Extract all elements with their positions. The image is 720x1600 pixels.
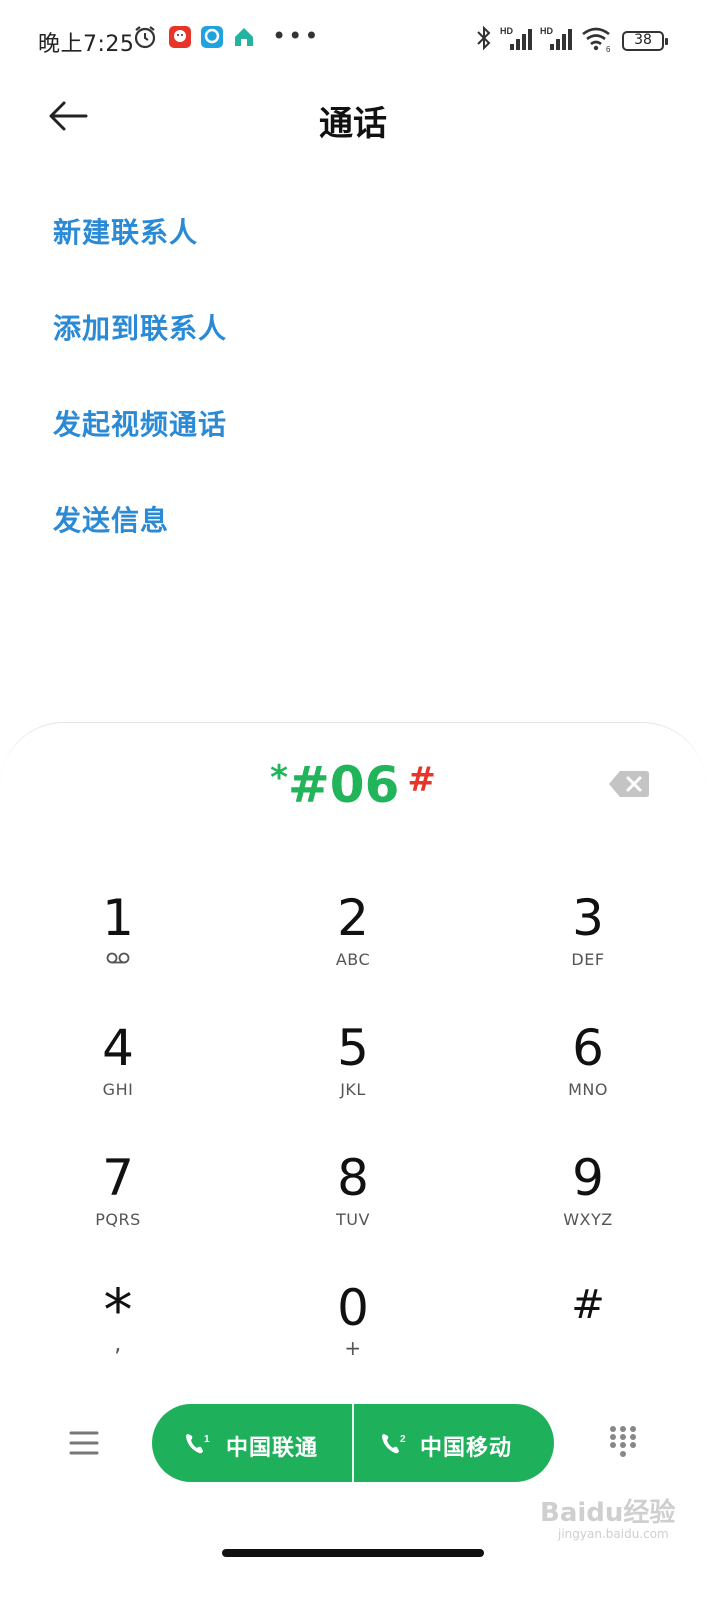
key-letters: JKL	[340, 1080, 366, 1099]
key-letters: WXYZ	[563, 1210, 613, 1229]
call-sim1-button[interactable]: 1 中国联通	[152, 1404, 352, 1482]
phone-sim1-icon: 1	[186, 1434, 210, 1454]
dialed-number-suffix: #	[407, 760, 436, 800]
more-notifications-icon: •••	[272, 22, 321, 50]
status-time: 晚上7:25	[38, 32, 135, 57]
key-star[interactable]: * ,	[38, 1280, 198, 1357]
battery-icon: 38	[622, 31, 668, 51]
backspace-icon[interactable]	[608, 769, 650, 799]
key-digit: 4	[102, 1019, 134, 1077]
key-hash[interactable]: #	[508, 1280, 668, 1330]
key-7[interactable]: 7 PQRS	[38, 1150, 198, 1229]
key-letters: ,	[114, 1332, 122, 1357]
key-8[interactable]: 8 TUV	[273, 1150, 433, 1229]
watermark: Baidu经验 jingyan.baidu.com	[540, 1492, 675, 1541]
signal-hd-icon: HD	[540, 26, 572, 50]
app-icon	[235, 28, 253, 46]
key-digit: 8	[337, 1149, 369, 1207]
key-2[interactable]: 2 ABC	[273, 890, 433, 969]
page-title: 通话	[319, 104, 387, 144]
key-letters: ABC	[335, 950, 371, 969]
svg-text:1: 1	[204, 1434, 210, 1445]
battery-level: 38	[634, 32, 652, 48]
sim1-carrier-label: 中国联通	[226, 1436, 319, 1461]
phone-sim2-icon: 2	[382, 1434, 406, 1454]
key-digit: 6	[572, 1019, 604, 1077]
key-letters: MNO	[568, 1080, 608, 1099]
video-call-item[interactable]: 发起视频通话	[53, 403, 227, 443]
key-digit: 0	[337, 1279, 369, 1337]
key-letters: DEF	[571, 950, 605, 969]
dialed-number-prefix: *	[270, 758, 288, 798]
call-buttons: 1 中国联通 2 中国移动	[152, 1404, 554, 1482]
key-1[interactable]: 1	[38, 890, 198, 969]
key-letters: GHI	[102, 1080, 134, 1099]
key-5[interactable]: 5 JKL	[273, 1020, 433, 1099]
status-bar: 晚上7:25 ••• HD HD 6 38	[0, 0, 720, 84]
key-digit: *	[103, 1276, 133, 1344]
app-icon	[201, 26, 223, 48]
key-3[interactable]: 3 DEF	[508, 890, 668, 969]
voicemail-icon	[38, 950, 198, 969]
key-digit: 3	[572, 889, 604, 947]
watermark-sub: jingyan.baidu.com	[558, 1527, 669, 1541]
key-letters: PQRS	[95, 1210, 141, 1229]
svg-text:HD: HD	[540, 26, 553, 36]
key-digit: 7	[102, 1149, 134, 1207]
svg-text:6: 6	[606, 45, 611, 54]
alarm-icon	[134, 26, 156, 49]
svg-text:2: 2	[400, 1434, 406, 1445]
wifi-icon: 6	[582, 27, 611, 54]
key-0[interactable]: 0 +	[273, 1280, 433, 1360]
dialed-number-main: #06	[287, 756, 400, 814]
key-digit: 2	[337, 889, 369, 947]
new-contact-item[interactable]: 新建联系人	[53, 211, 198, 251]
key-6[interactable]: 6 MNO	[508, 1020, 668, 1099]
send-message-item[interactable]: 发送信息	[53, 499, 169, 539]
sim2-carrier-label: 中国移动	[420, 1436, 513, 1461]
menu-icon[interactable]	[68, 1428, 100, 1458]
bluetooth-icon	[477, 25, 491, 51]
dialed-number: *#06 #	[0, 756, 706, 816]
home-indicator[interactable]	[222, 1549, 484, 1557]
key-letters: TUV	[336, 1210, 370, 1229]
key-digit: 1	[102, 889, 134, 947]
key-digit: 5	[337, 1019, 369, 1077]
signal-hd-icon: HD	[500, 26, 532, 50]
app-icon	[169, 26, 191, 48]
key-digit: 9	[572, 1149, 604, 1207]
add-to-contact-item[interactable]: 添加到联系人	[53, 307, 227, 347]
key-digit: #	[571, 1282, 605, 1328]
svg-text:HD: HD	[500, 26, 513, 36]
watermark-text: Baidu经验	[540, 1498, 676, 1528]
key-9[interactable]: 9 WXYZ	[508, 1150, 668, 1229]
call-sim2-button[interactable]: 2 中国移动	[354, 1404, 554, 1482]
keypad-toggle-icon[interactable]	[608, 1424, 638, 1460]
key-letters: +	[344, 1336, 362, 1360]
key-4[interactable]: 4 GHI	[38, 1020, 198, 1099]
